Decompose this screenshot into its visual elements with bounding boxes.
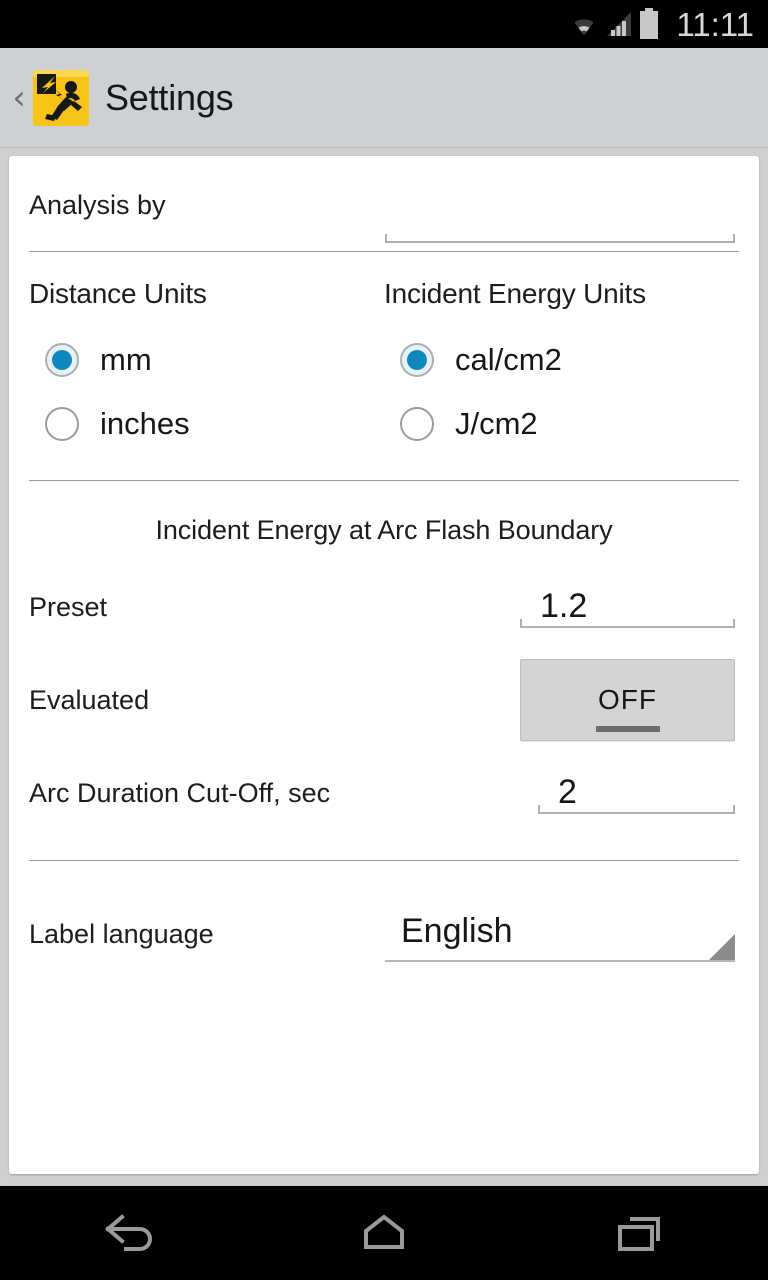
arc-duration-row: Arc Duration Cut-Off, sec 2 [29, 750, 739, 836]
nav-back-button[interactable] [53, 1186, 203, 1280]
incident-energy-section-title: Incident Energy at Arc Flash Boundary [155, 515, 613, 545]
distance-units-group: Distance Units mm inches [29, 278, 384, 456]
preset-input[interactable]: 1.2 [520, 586, 735, 628]
radio-option-jcm2[interactable]: J/cm2 [384, 392, 739, 456]
evaluated-row: Evaluated OFF [29, 650, 739, 750]
back-chevron-icon[interactable]: ‹ [6, 81, 32, 115]
radio-jcm2-label: J/cm2 [455, 406, 538, 441]
radio-mm-icon[interactable] [45, 343, 79, 377]
label-language-section: Label language English [29, 861, 739, 979]
label-language-spinner[interactable]: English [385, 906, 735, 962]
label-language-label: Label language [29, 918, 214, 949]
recents-icon [618, 1217, 660, 1251]
android-screen: 11:11 ‹ Settings Analysis by Distance Un… [0, 0, 768, 1280]
status-icons: 11:11 [568, 8, 754, 41]
cell-signal-icon [607, 12, 632, 36]
radio-inches-label: inches [100, 406, 190, 441]
label-language-value: English [401, 912, 513, 950]
radio-option-mm[interactable]: mm [29, 328, 384, 392]
back-icon [105, 1214, 152, 1251]
arc-flash-hazard-icon[interactable] [33, 69, 89, 126]
status-time: 11:11 [676, 5, 754, 43]
preset-row: Preset 1.2 [29, 564, 739, 650]
radio-calcm2-icon[interactable] [400, 343, 434, 377]
status-bar: 11:11 [0, 0, 768, 48]
radio-mm-label: mm [100, 342, 152, 377]
radio-option-inches[interactable]: inches [29, 392, 384, 456]
radio-inches-icon[interactable] [45, 407, 79, 441]
chevron-down-icon [709, 934, 735, 960]
analysis-by-label: Analysis by [29, 190, 166, 220]
navigation-bar [0, 1186, 768, 1280]
home-icon [364, 1214, 404, 1249]
analysis-by-input[interactable] [385, 201, 735, 243]
radio-jcm2-icon[interactable] [400, 407, 434, 441]
settings-card: Analysis by Distance Units mm inches Inc… [9, 156, 759, 1174]
evaluated-toggle-button[interactable]: OFF [520, 659, 735, 741]
arc-duration-label: Arc Duration Cut-Off, sec [29, 777, 331, 808]
nav-recents-button[interactable] [565, 1186, 715, 1280]
evaluated-toggle-state: OFF [598, 684, 657, 715]
units-section: Distance Units mm inches Incident Energy… [29, 252, 739, 456]
preset-value: 1.2 [540, 587, 588, 625]
arc-duration-input[interactable]: 2 [538, 772, 735, 814]
evaluated-label: Evaluated [29, 684, 150, 715]
app-bar: ‹ Settings [0, 48, 768, 148]
battery-icon [640, 8, 659, 39]
radio-calcm2-label: cal/cm2 [455, 342, 562, 377]
incident-energy-units-group: Incident Energy Units cal/cm2 J/cm2 [384, 278, 739, 456]
distance-units-title: Distance Units [29, 278, 207, 309]
label-language-row: Label language English [29, 889, 739, 979]
incident-energy-units-title: Incident Energy Units [384, 278, 646, 309]
preset-label: Preset [29, 591, 108, 622]
radio-option-calcm2[interactable]: cal/cm2 [384, 328, 739, 392]
nav-home-button[interactable] [309, 1186, 459, 1280]
page-title: Settings [105, 76, 234, 118]
wifi-icon [574, 19, 594, 35]
arc-duration-value: 2 [558, 773, 577, 811]
analysis-by-row: Analysis by [29, 156, 739, 251]
